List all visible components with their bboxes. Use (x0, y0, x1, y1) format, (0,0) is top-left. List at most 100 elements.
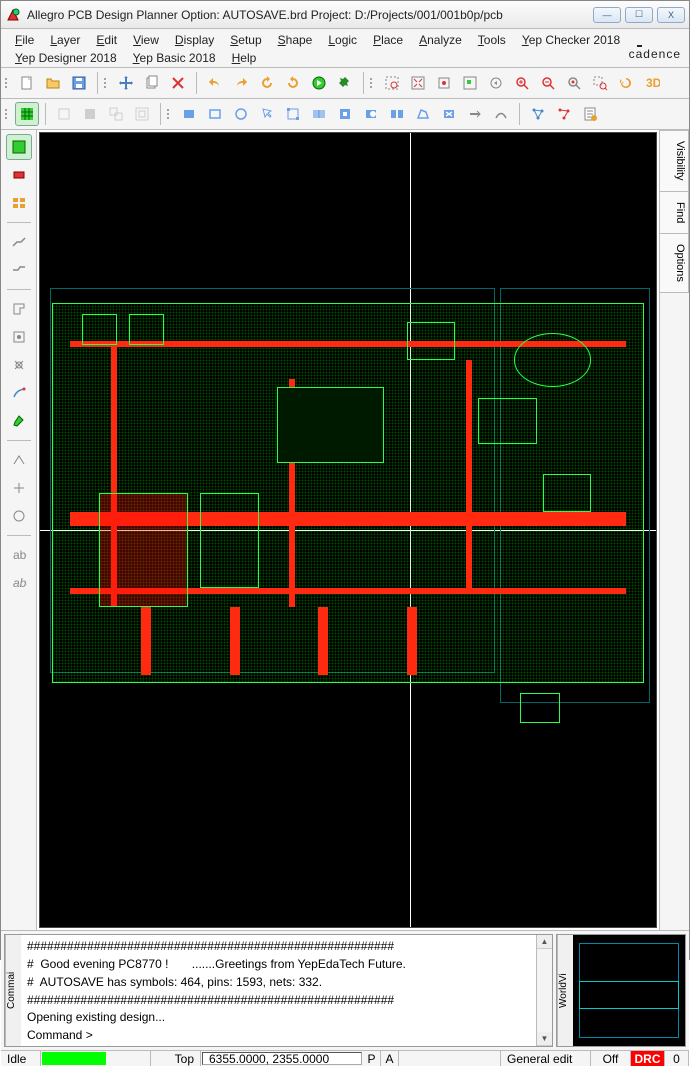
menu-help[interactable]: Help (224, 49, 265, 67)
menu-setup[interactable]: Setup (222, 31, 269, 49)
close-button[interactable]: X (657, 7, 685, 23)
route-connect-button[interactable] (6, 229, 32, 255)
worldview-canvas[interactable] (573, 935, 685, 1046)
new-button[interactable] (15, 71, 39, 95)
rotate-left-button[interactable] (255, 71, 279, 95)
menu-file[interactable]: File (7, 31, 42, 49)
console-output[interactable]: ########################################… (21, 935, 536, 1046)
scroll-down-icon[interactable]: ▼ (537, 1032, 552, 1046)
menu-tools[interactable]: Tools (470, 31, 514, 49)
toolbar-grip[interactable] (5, 103, 11, 125)
layer-button-1[interactable] (52, 102, 76, 126)
menu-edit[interactable]: Edit (88, 31, 125, 49)
menu-view[interactable]: View (125, 31, 167, 49)
menu-place[interactable]: Place (365, 31, 411, 49)
shape-subtract-button[interactable] (359, 102, 383, 126)
tab-options[interactable]: Options (660, 233, 689, 293)
quickplace-button[interactable] (6, 190, 32, 216)
text-button[interactable]: abc (6, 542, 32, 568)
maximize-button[interactable]: ☐ (625, 7, 653, 23)
open-button[interactable] (41, 71, 65, 95)
place-component-button[interactable] (6, 162, 32, 188)
zoom-selection-button[interactable] (458, 71, 482, 95)
zoom-in-button[interactable] (510, 71, 534, 95)
save-button[interactable] (67, 71, 91, 95)
copy-button[interactable] (140, 71, 164, 95)
tool-4-button[interactable] (6, 380, 32, 406)
status-mode[interactable]: General edit (501, 1051, 591, 1066)
shape-island-button[interactable] (385, 102, 409, 126)
ratsnest-button[interactable] (526, 102, 550, 126)
status-p-button[interactable]: P (363, 1051, 381, 1066)
menu-analyze[interactable]: Analyze (411, 31, 470, 49)
status-off[interactable]: Off (591, 1051, 631, 1066)
refresh-button[interactable] (614, 71, 638, 95)
status-a-button[interactable]: A (381, 1051, 399, 1066)
zoom-out-button[interactable] (536, 71, 560, 95)
redo-button[interactable] (229, 71, 253, 95)
layer-button-3[interactable] (104, 102, 128, 126)
layer-button-4[interactable] (130, 102, 154, 126)
tool-2-button[interactable] (6, 324, 32, 350)
route-slide-button[interactable] (6, 257, 32, 283)
tab-find[interactable]: Find (660, 191, 689, 234)
shape-rect-outline-button[interactable] (203, 102, 227, 126)
menu-shape[interactable]: Shape (270, 31, 321, 49)
zoom-window-button[interactable] (380, 71, 404, 95)
undo-button[interactable] (203, 71, 227, 95)
zoom-center-button[interactable] (562, 71, 586, 95)
status-count: 0 (665, 1051, 689, 1066)
pin-button[interactable] (333, 71, 357, 95)
menu-layer[interactable]: Layer (42, 31, 88, 49)
tool-6-button[interactable] (6, 447, 32, 473)
shape-delete-button[interactable] (437, 102, 461, 126)
move-button[interactable] (114, 71, 138, 95)
grid-toggle-button[interactable] (15, 102, 39, 126)
menu-display[interactable]: Display (167, 31, 222, 49)
tool-1-button[interactable] (6, 296, 32, 322)
toolbar-grip[interactable] (167, 103, 173, 125)
shape-polygon-button[interactable] (411, 102, 435, 126)
tool-3-button[interactable] (6, 352, 32, 378)
menu-yep-checker[interactable]: Yep Checker 2018 (514, 31, 628, 49)
shape-rect-button[interactable] (177, 102, 201, 126)
zoom-extents-button[interactable] (432, 71, 456, 95)
tab-visibility[interactable]: Visibility (660, 130, 689, 192)
status-layer[interactable]: Top (151, 1051, 201, 1066)
scroll-up-icon[interactable]: ▲ (537, 935, 552, 949)
delete-button[interactable] (166, 71, 190, 95)
toolbar-grip[interactable] (370, 72, 376, 94)
rotate-right-button[interactable] (281, 71, 305, 95)
shape-merge-button[interactable] (307, 102, 331, 126)
menu-logic[interactable]: Logic (320, 31, 365, 49)
tool-7-button[interactable] (6, 475, 32, 501)
tool-8-button[interactable] (6, 503, 32, 529)
toolbar-grip[interactable] (5, 72, 11, 94)
shape-void-button[interactable] (333, 102, 357, 126)
minimize-button[interactable]: — (593, 7, 621, 23)
view-3d-button[interactable]: 3D (640, 71, 664, 95)
zoom-previous-button[interactable] (484, 71, 508, 95)
zoom-region-button[interactable] (588, 71, 612, 95)
toolbar-row-2 (1, 99, 689, 130)
text-edit-button[interactable]: abc (6, 570, 32, 596)
connect-h-button[interactable] (463, 102, 487, 126)
layer-button-2[interactable] (78, 102, 102, 126)
status-coords[interactable]: 6355.0000, 2355.0000 (202, 1052, 362, 1065)
place-manual-button[interactable] (6, 134, 32, 160)
reports-button[interactable] (578, 102, 602, 126)
menu-yep-designer[interactable]: Yep Designer 2018 (7, 49, 125, 67)
shape-edit-button[interactable] (281, 102, 305, 126)
toolbar-grip[interactable] (104, 72, 110, 94)
menu-yep-basic[interactable]: Yep Basic 2018 (125, 49, 224, 67)
console-scrollbar[interactable]: ▲ ▼ (536, 935, 552, 1046)
select-button[interactable] (255, 102, 279, 126)
connect-path-button[interactable] (489, 102, 513, 126)
design-canvas[interactable] (39, 132, 657, 928)
shape-circle-button[interactable] (229, 102, 253, 126)
status-drc[interactable]: DRC (631, 1051, 665, 1066)
tool-5-button[interactable] (6, 408, 32, 434)
zoom-fit-button[interactable] (406, 71, 430, 95)
go-button[interactable] (307, 71, 331, 95)
ratsnest-show-button[interactable] (552, 102, 576, 126)
